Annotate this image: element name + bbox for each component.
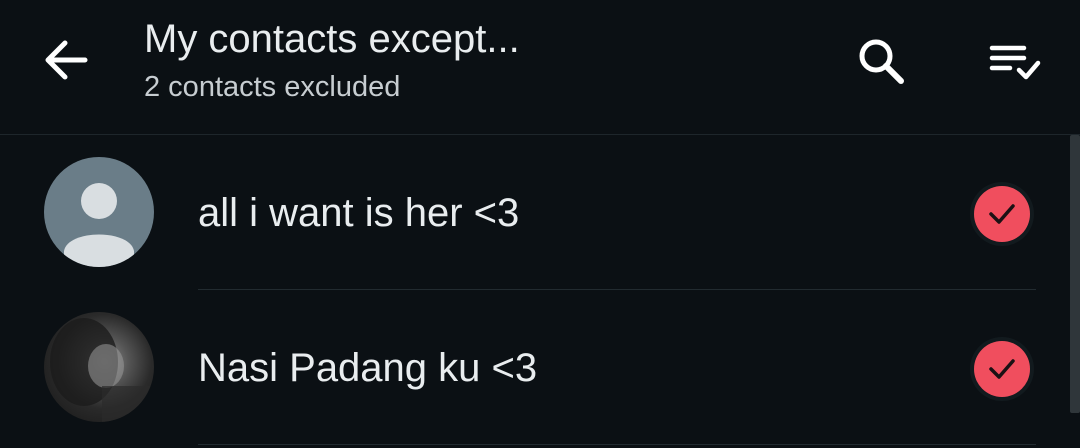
checkmark-icon [989, 204, 1015, 224]
top-app-bar: My contacts except... 2 contacts exclude… [0, 0, 1080, 135]
contact-list: all i want is her <3 Nasi Padang ku <3 [0, 135, 1080, 448]
contact-row[interactable]: Nasi Padang ku <3 [0, 290, 1068, 445]
page-title: My contacts except... [144, 17, 520, 61]
profile-photo [44, 312, 154, 422]
scrollbar[interactable] [1070, 135, 1080, 413]
arrow-left-icon [45, 40, 88, 80]
default-person-icon [44, 157, 154, 267]
select-all-button[interactable] [982, 30, 1048, 92]
title-block: My contacts except... 2 contacts exclude… [144, 16, 520, 104]
select-all-checklist-icon [989, 45, 1041, 80]
selected-checkbox[interactable] [970, 337, 1034, 401]
back-button[interactable] [36, 30, 96, 90]
search-button[interactable] [850, 30, 912, 92]
row-divider [198, 444, 1036, 445]
search-icon [859, 39, 904, 84]
contact-name: Nasi Padang ku <3 [198, 346, 538, 390]
page-subtitle: 2 contacts excluded [144, 71, 401, 103]
checkmark-icon [989, 359, 1015, 379]
contact-row[interactable]: all i want is her <3 [0, 135, 1068, 290]
contact-name: all i want is her <3 [198, 191, 520, 235]
selected-checkbox[interactable] [970, 182, 1034, 246]
